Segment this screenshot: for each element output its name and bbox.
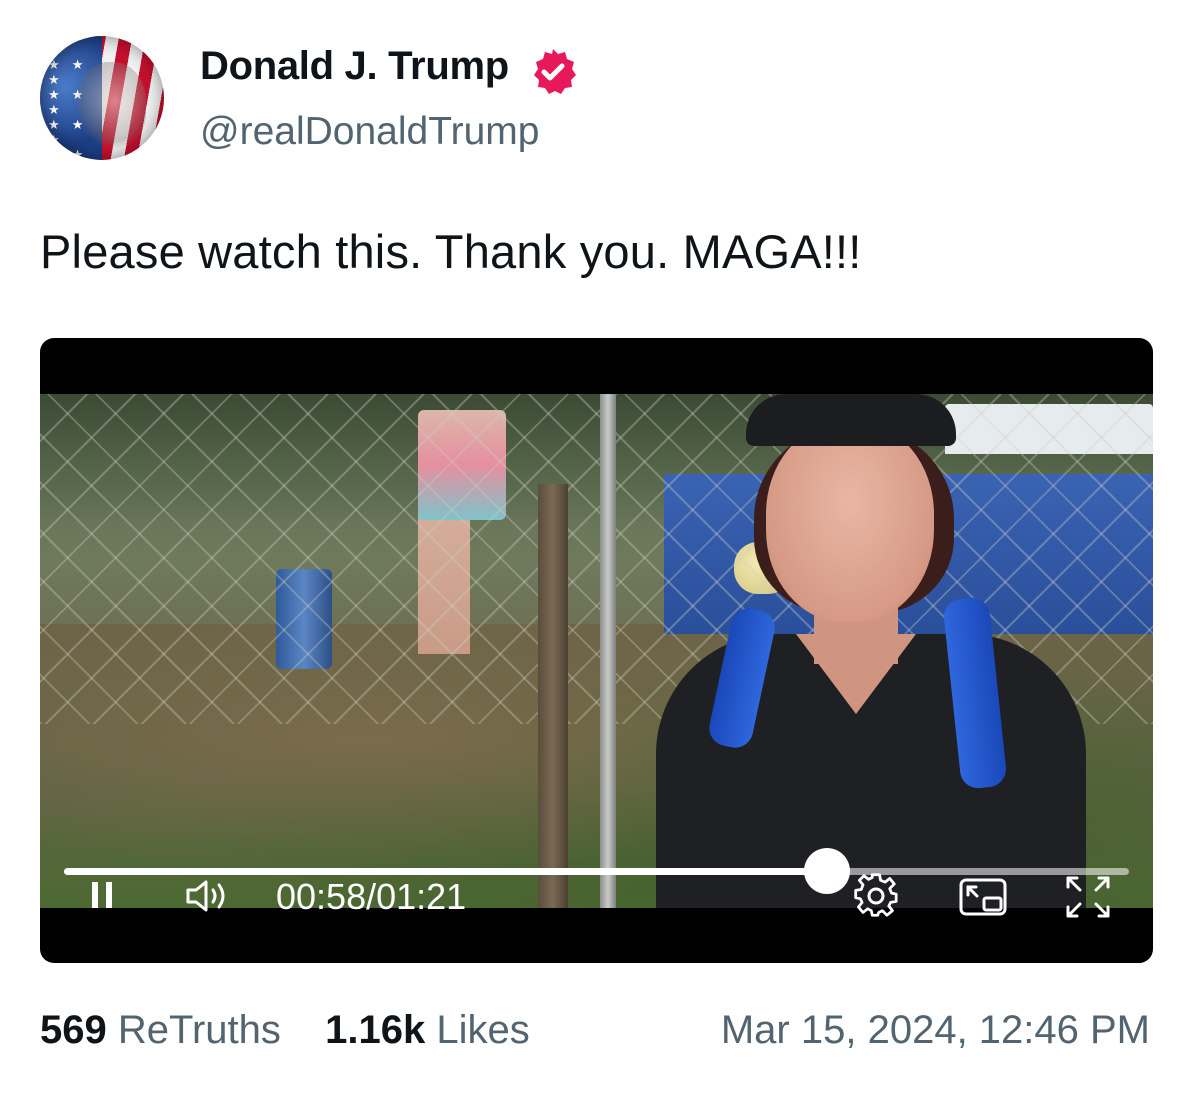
retruths-label[interactable]: ReTruths [118,1008,281,1052]
volume-icon[interactable] [184,877,236,915]
video-player[interactable]: 00:58/01:21 [40,338,1153,963]
picture-in-picture-icon[interactable] [958,876,1010,918]
video-current-time: 00:58 [276,876,367,917]
retruths-count[interactable]: 569 [40,1008,107,1052]
fullscreen-icon[interactable] [1064,874,1112,920]
avatar[interactable]: ★ ★ ★★ ★ ★★ ★ ★★ ★ ★★ ★ [40,36,164,160]
gear-icon[interactable] [852,872,900,920]
verified-badge-icon [534,49,576,94]
video-time-separator: / [366,876,377,917]
post-stats: 569 ReTruths 1.16k Likes [40,1008,530,1053]
post-text: Please watch this. Thank you. MAGA!!! [40,225,862,278]
post-timestamp[interactable]: Mar 15, 2024, 12:46 PM [721,1008,1150,1053]
likes-label[interactable]: Likes [436,1008,529,1052]
video-controls: 00:58/01:21 [40,868,1153,928]
video-frame[interactable] [40,394,1153,908]
likes-count[interactable]: 1.16k [325,1008,425,1052]
author-handle[interactable]: @realDonaldTrump [200,110,539,154]
video-time: 00:58/01:21 [276,876,466,918]
author-display-name[interactable]: Donald J. Trump [200,44,509,89]
pause-icon[interactable] [88,878,118,912]
video-subject [646,394,1086,908]
video-duration: 01:21 [376,876,467,917]
